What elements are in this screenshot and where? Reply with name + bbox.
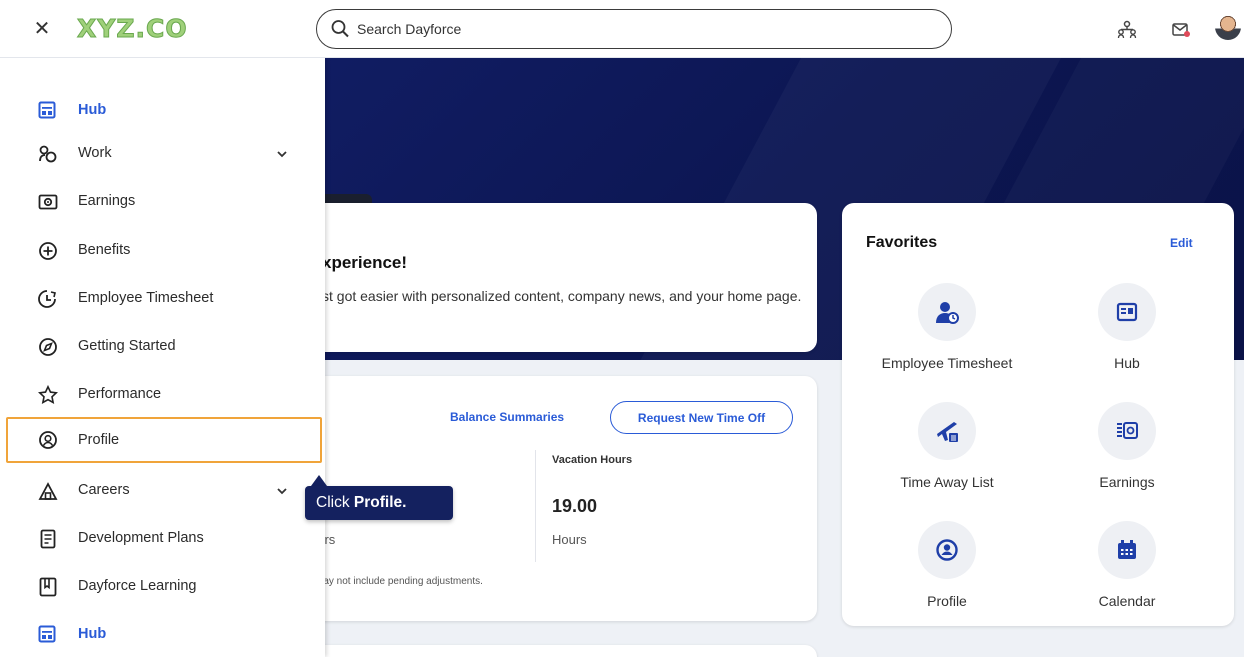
balance-note: l may not include pending adjustments. xyxy=(310,576,483,587)
benefits-icon xyxy=(38,241,58,261)
sidebar-item-performance[interactable]: Performance xyxy=(6,372,322,418)
sidebar-item-label: Careers xyxy=(78,482,130,498)
sidebar-item-profile[interactable]: Profile xyxy=(6,417,322,463)
tooltip-prefix: Click xyxy=(316,494,354,511)
request-time-off-button[interactable]: Request New Time Off xyxy=(610,401,793,434)
employee-timesheet-icon xyxy=(918,283,976,341)
favorites-edit-link[interactable]: Edit xyxy=(1170,236,1193,250)
search-input[interactable] xyxy=(357,18,917,40)
chevron-down-icon xyxy=(276,482,288,500)
sidebar-item-label: Earnings xyxy=(78,193,136,209)
work-icon xyxy=(38,144,58,164)
sidebar-item-employee-timesheet[interactable]: Employee Timesheet xyxy=(6,276,322,322)
sidebar-item-development-plans[interactable]: Development Plans xyxy=(6,516,322,562)
hub-icon xyxy=(1098,283,1156,341)
sidebar-item-benefits[interactable]: Benefits xyxy=(6,228,322,274)
profile-icon xyxy=(918,521,976,579)
favorite-profile[interactable]: Profile xyxy=(877,521,1017,621)
sidebar-item-dayforce-learning[interactable]: Dayforce Learning xyxy=(6,564,322,610)
favorite-label: Employee Timesheet xyxy=(881,355,1013,371)
vacation-hours-label: Vacation Hours xyxy=(552,454,633,466)
vacation-hours-value: 19.00 xyxy=(552,496,598,516)
top-bar: ✕ XYZ.CO xyxy=(0,0,1244,58)
favorite-label: Hub xyxy=(1114,355,1140,371)
compass-icon xyxy=(38,337,58,357)
document-icon xyxy=(38,529,58,549)
sidebar-item-label: Employee Timesheet xyxy=(78,290,214,306)
earnings-icon xyxy=(1098,402,1156,460)
sidebar-item-label: Profile xyxy=(78,432,120,448)
welcome-title: xperience! xyxy=(322,253,408,272)
sidebar-item-earnings[interactable]: Earnings xyxy=(6,179,322,225)
favorite-label: Earnings xyxy=(1099,474,1155,490)
sidebar-item-label: Benefits xyxy=(78,242,131,258)
sidebar-item-getting-started[interactable]: Getting Started xyxy=(6,324,322,370)
sidebar-item-work[interactable]: Work xyxy=(6,131,322,177)
favorite-calendar[interactable]: Calendar xyxy=(1057,521,1197,621)
tooltip-target: Profile. xyxy=(353,494,407,511)
sidebar-item-label: Hub xyxy=(78,102,107,118)
hub-icon xyxy=(38,101,58,121)
sidebar-item-label: Hub xyxy=(78,626,107,642)
favorites-card: Favorites Edit Employee Timesheet Hub Ti… xyxy=(842,203,1234,626)
profile-icon xyxy=(38,430,58,450)
sidebar-item-hub-2[interactable]: Hub xyxy=(6,612,322,657)
favorite-employee-timesheet[interactable]: Employee Timesheet xyxy=(877,283,1017,383)
divider xyxy=(535,450,536,562)
sidebar-item-careers[interactable]: Careers xyxy=(6,468,322,514)
vacation-hours-unit: Hours xyxy=(552,532,587,547)
star-icon xyxy=(37,384,59,405)
favorite-label: Profile xyxy=(927,593,967,609)
favorite-label: Time Away List xyxy=(900,474,994,490)
org-chart-icon[interactable] xyxy=(1117,20,1137,40)
careers-icon xyxy=(38,481,58,501)
balance-summaries-link[interactable]: Balance Summaries xyxy=(450,410,564,424)
next-card xyxy=(290,645,817,657)
sidebar-item-label: Dayforce Learning xyxy=(78,578,197,594)
favorite-time-away-list[interactable]: Time Away List xyxy=(877,402,1017,502)
sidebar-item-label: Performance xyxy=(78,386,162,402)
search-icon xyxy=(331,19,349,44)
chevron-down-icon xyxy=(276,145,288,163)
avatar[interactable] xyxy=(1215,14,1241,40)
sidebar-item-label: Getting Started xyxy=(78,338,176,354)
favorite-hub[interactable]: Hub xyxy=(1057,283,1197,383)
timesheet-icon xyxy=(38,289,58,309)
close-icon[interactable]: ✕ xyxy=(30,17,54,41)
favorite-earnings[interactable]: Earnings xyxy=(1057,402,1197,502)
sidebar-item-label: Work xyxy=(78,145,112,161)
hub-icon xyxy=(38,625,58,645)
favorite-label: Calendar xyxy=(1098,593,1156,609)
sidebar-item-label: Development Plans xyxy=(78,530,204,546)
learning-icon xyxy=(38,577,58,597)
message-icon[interactable] xyxy=(1171,20,1191,40)
guide-tooltip: Click Profile. xyxy=(305,486,453,520)
sidebar-item-hub[interactable]: Hub xyxy=(6,88,322,134)
welcome-card: xperience! st got easier with personaliz… xyxy=(290,203,817,352)
earnings-icon xyxy=(38,192,58,212)
favorites-title: Favorites xyxy=(866,234,938,251)
tooltip-arrow xyxy=(311,475,327,486)
side-navigation-menu: Hub Work Earnings Benefits Employee Time… xyxy=(0,58,325,657)
company-logo: XYZ.CO xyxy=(77,14,188,44)
welcome-body: st got easier with personalized content,… xyxy=(322,288,802,304)
time-away-icon xyxy=(918,402,976,460)
search-bar[interactable] xyxy=(316,9,952,49)
calendar-icon xyxy=(1098,521,1156,579)
